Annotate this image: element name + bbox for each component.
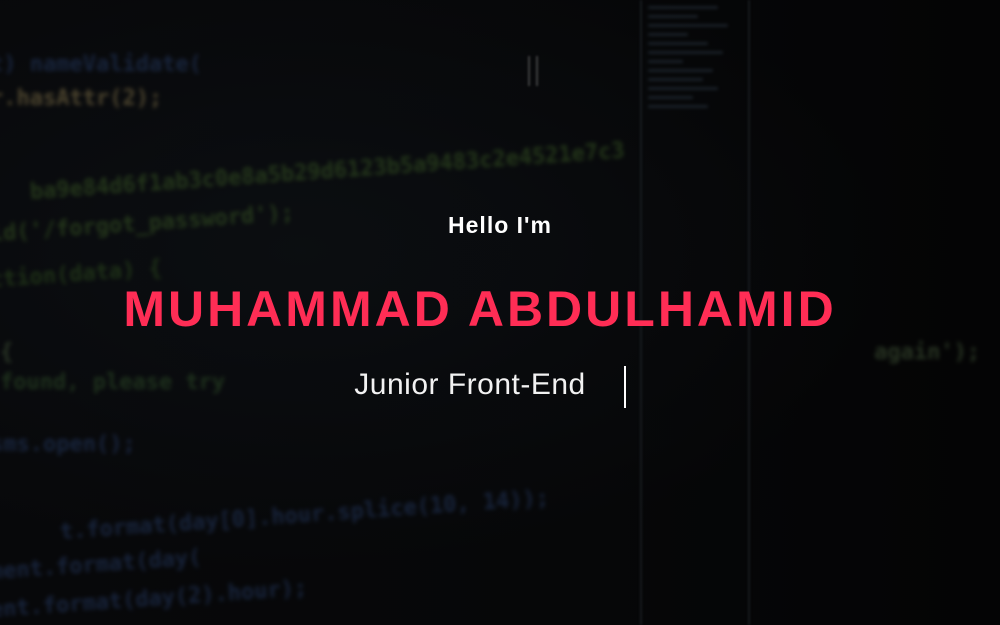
typing-caret — [624, 366, 626, 408]
hero-role: Junior Front-End — [354, 368, 586, 401]
hero-name: MUHAMMAD ABDULHAMID — [123, 281, 837, 337]
hero-greeting: Hello I'm — [448, 212, 552, 238]
